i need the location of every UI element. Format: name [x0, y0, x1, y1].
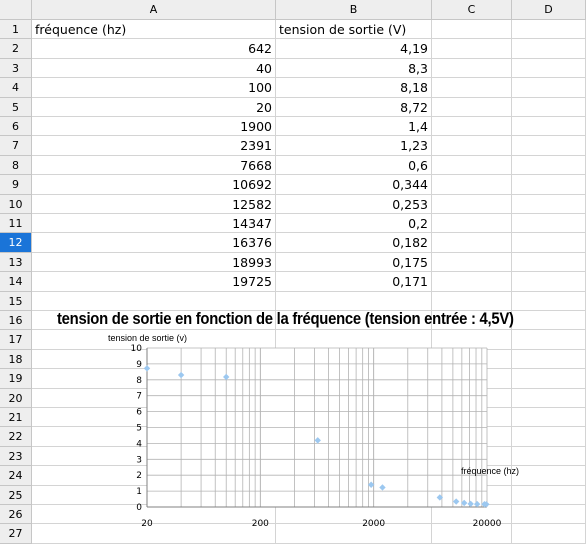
y-tick-label: 7: [136, 392, 142, 402]
x-tick-label: 2000: [362, 519, 385, 529]
x-tick-label: 20: [141, 519, 153, 529]
y-tick-label: 5: [136, 424, 142, 434]
chart-title: tension de sortie en fonction de la fréq…: [57, 310, 514, 328]
y-tick-label: 0: [136, 503, 142, 513]
y-tick-label: 1: [136, 487, 142, 497]
y-tick-label: 6: [136, 408, 142, 418]
x-tick-label: 20000: [473, 519, 502, 529]
y-tick-label: 10: [131, 344, 143, 354]
y-tick-label: 3: [136, 455, 142, 465]
spreadsheet: ABCD 1 2 3 4 5 6 7 8 9 10 11 12 13 14 15 16 17 18 19 20 21 22…: [0, 0, 586, 553]
y-tick-label: 2: [136, 471, 142, 481]
y-tick-label: 8: [136, 376, 142, 386]
x-tick-label: 200: [252, 519, 269, 529]
chart[interactable]: 0 1 2 3 4 5 6 7 8 9 10 20 200 2000 20000 tension de sor…: [0, 0, 586, 553]
x-axis-label: fréquence (hz): [461, 466, 519, 476]
y-axis-label: tension de sortie (v): [108, 333, 187, 343]
y-tick-label: 9: [136, 360, 142, 370]
y-tick-label: 4: [136, 439, 142, 449]
